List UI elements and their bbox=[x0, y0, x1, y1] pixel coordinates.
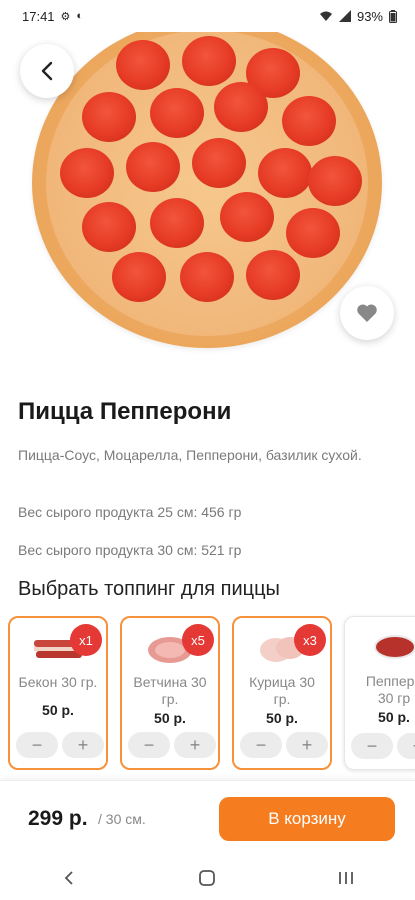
increment-button[interactable]: + bbox=[286, 732, 328, 758]
nav-recents-button[interactable] bbox=[316, 858, 376, 898]
battery-percent: 93% bbox=[356, 8, 383, 24]
topping-name: Курица 30 гр. bbox=[249, 674, 315, 707]
recents-nav-icon bbox=[338, 872, 353, 884]
pizza-photo bbox=[32, 18, 382, 348]
back-button[interactable] bbox=[20, 44, 74, 98]
system-nav-bar bbox=[0, 856, 415, 900]
topping-price: 50 р. bbox=[378, 709, 410, 725]
status-time: 17:41 bbox=[22, 8, 55, 24]
decrement-button[interactable]: − bbox=[351, 733, 393, 759]
heart-icon bbox=[357, 304, 377, 322]
topping-count-badge: x1 bbox=[70, 624, 102, 656]
topping-price: 50 р. bbox=[154, 710, 186, 726]
topping-card-chicken[interactable]: x3 Курица 30 гр. 50 р. − + bbox=[232, 616, 332, 770]
pepperoni-image bbox=[374, 635, 415, 659]
back-nav-icon bbox=[64, 871, 73, 885]
topping-count-badge: x3 bbox=[294, 624, 326, 656]
topping-name: Ветчина 30 гр. bbox=[133, 674, 207, 707]
battery-icon bbox=[389, 9, 397, 23]
increment-button[interactable]: + bbox=[397, 733, 415, 759]
topping-card-ham[interactable]: x5 Ветчина 30 гр. 50 р. − + bbox=[120, 616, 220, 770]
favorite-button[interactable] bbox=[340, 286, 394, 340]
topping-card-bacon[interactable]: x1 Бекон 30 гр. 50 р. − + bbox=[8, 616, 108, 770]
product-description: Пицца-Соус, Моцарелла, Пепперони, базили… bbox=[18, 447, 362, 463]
total-price: 299 р. bbox=[28, 807, 88, 830]
nav-home-button[interactable] bbox=[177, 858, 237, 898]
topping-card-pepperoni[interactable]: Пепперо 30 гр 50 р. − + bbox=[344, 616, 415, 770]
topping-price: 50 р. bbox=[42, 702, 74, 718]
quantity-stepper: − + bbox=[351, 733, 415, 761]
toppings-list[interactable]: x1 Бекон 30 гр. 50 р. − + x5 Ветчина 30 … bbox=[0, 614, 415, 774]
weight-25cm: Вес сырого продукта 25 см: 456 гр bbox=[18, 504, 242, 520]
quantity-stepper: − + bbox=[128, 732, 216, 760]
pizza-size: / 30 см. bbox=[98, 811, 146, 827]
increment-button[interactable]: + bbox=[62, 732, 104, 758]
topping-count-badge: x5 bbox=[182, 624, 214, 656]
product-title: Пицца Пепперони bbox=[18, 398, 232, 425]
wifi-icon bbox=[319, 11, 332, 21]
toppings-heading: Выбрать топпинг для пиццы bbox=[18, 578, 280, 600]
decrement-button[interactable]: − bbox=[240, 732, 282, 758]
nav-back-button[interactable] bbox=[39, 858, 99, 898]
chevron-left-icon bbox=[41, 61, 53, 81]
increment-button[interactable]: + bbox=[174, 732, 216, 758]
topping-name: Пепперо 30 гр bbox=[365, 673, 415, 706]
quantity-stepper: − + bbox=[240, 732, 328, 760]
add-to-cart-button[interactable]: В корзину bbox=[219, 797, 395, 841]
topping-price: 50 р. bbox=[266, 710, 298, 726]
signal-icon bbox=[338, 10, 351, 22]
weight-30cm: Вес сырого продукта 30 см: 521 гр bbox=[18, 542, 242, 558]
topping-name: Бекон 30 гр. bbox=[18, 674, 98, 690]
decrement-button[interactable]: − bbox=[16, 732, 58, 758]
status-bar: 17:41 ⚙ ◐ 93% bbox=[0, 0, 415, 32]
decrement-button[interactable]: − bbox=[128, 732, 170, 758]
app-status-icon: ◐ bbox=[76, 10, 84, 22]
home-nav-icon bbox=[199, 870, 216, 886]
quantity-stepper: − + bbox=[16, 732, 104, 760]
settings-status-icon: ⚙ bbox=[60, 10, 71, 23]
checkout-bar: 299 р. / 30 см. В корзину bbox=[0, 780, 415, 856]
